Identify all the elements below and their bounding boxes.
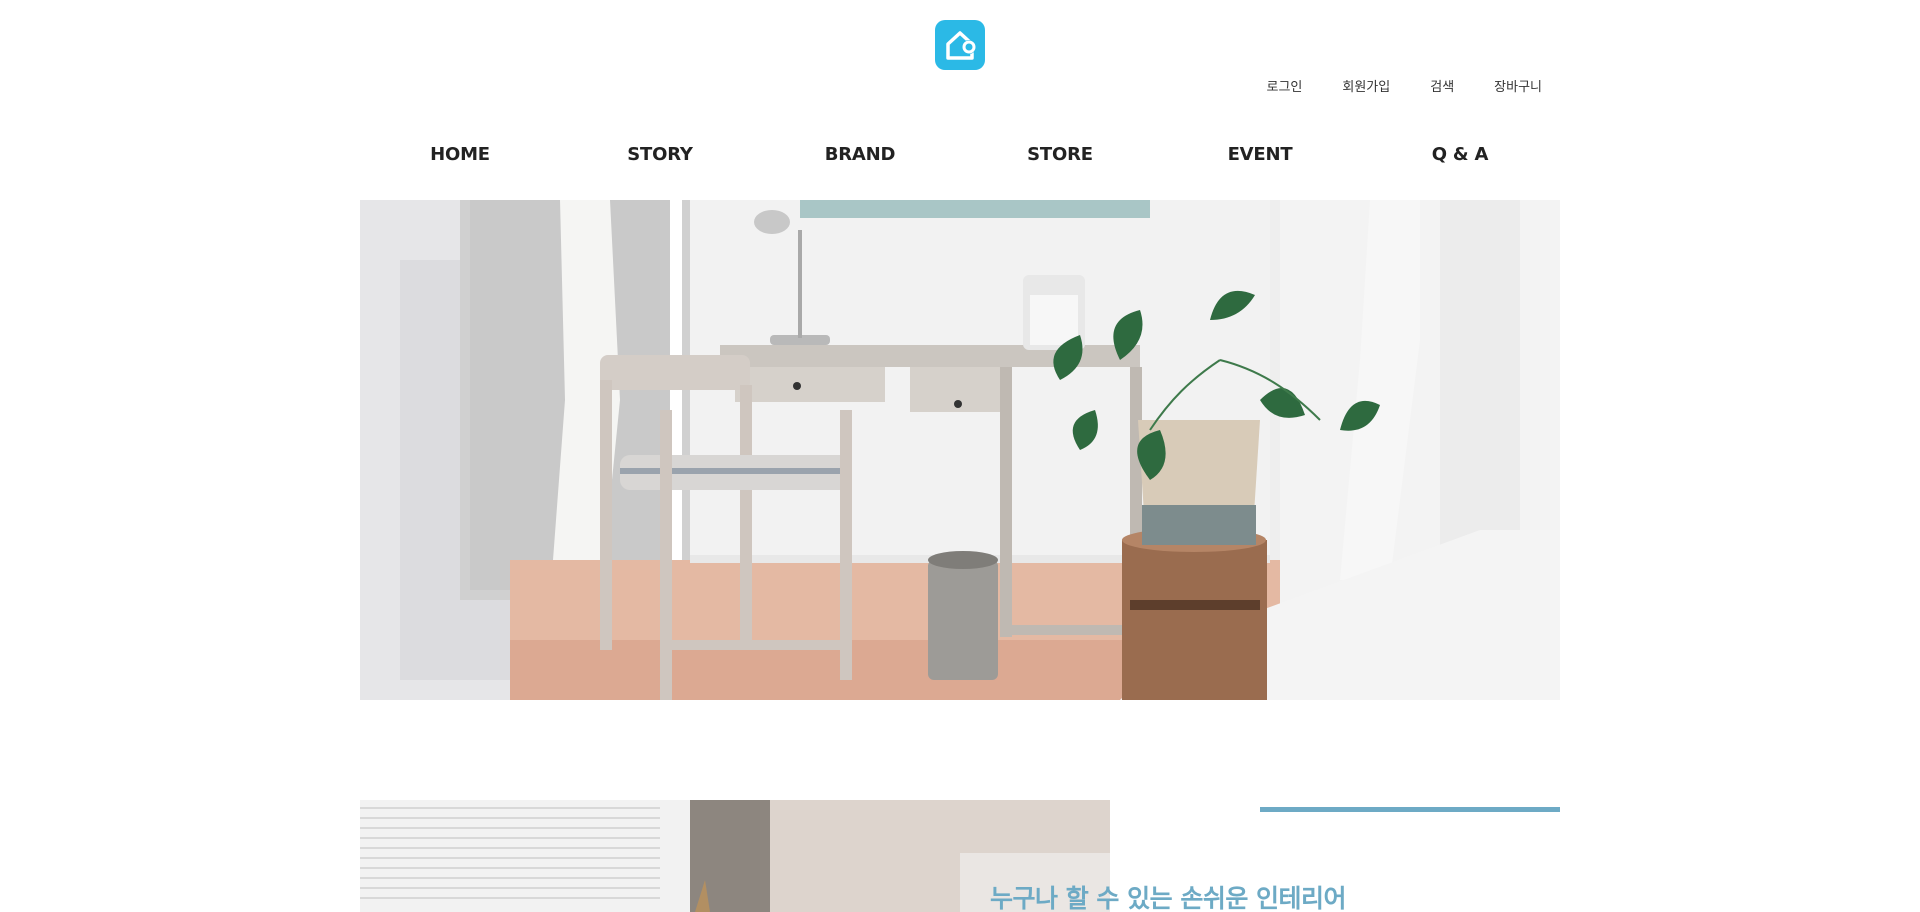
search-link[interactable]: 검색 bbox=[1430, 76, 1454, 95]
main-container: 로그인 회원가입 검색 장바구니 HOME STORY BRAND STORE … bbox=[360, 0, 1560, 912]
section-title: 누구나 할 수 있는 손쉬운 인테리어 bbox=[990, 884, 1347, 912]
nav-story[interactable]: STORY bbox=[560, 140, 760, 170]
nav-brand[interactable]: BRAND bbox=[760, 140, 960, 170]
nav-home[interactable]: HOME bbox=[360, 140, 560, 170]
nav-event[interactable]: EVENT bbox=[1160, 140, 1360, 170]
signup-link[interactable]: 회원가입 bbox=[1342, 76, 1390, 95]
section-accent-bar bbox=[1260, 807, 1560, 812]
cart-link[interactable]: 장바구니 bbox=[1494, 76, 1542, 95]
section-intro: 누구나 할 수 있는 손쉬운 인테리어 bbox=[960, 853, 1560, 912]
nav-store[interactable]: STORE bbox=[960, 140, 1160, 170]
logo-home-icon[interactable] bbox=[935, 20, 985, 70]
page: 로그인 회원가입 검색 장바구니 HOME STORY BRAND STORE … bbox=[0, 0, 1920, 912]
utility-nav: 로그인 회원가입 검색 장바구니 bbox=[1267, 76, 1543, 95]
nav-qna[interactable]: Q & A bbox=[1360, 140, 1560, 170]
main-nav: HOME STORY BRAND STORE EVENT Q & A bbox=[360, 140, 1560, 170]
hero-image bbox=[360, 200, 1560, 700]
login-link[interactable]: 로그인 bbox=[1267, 76, 1303, 95]
